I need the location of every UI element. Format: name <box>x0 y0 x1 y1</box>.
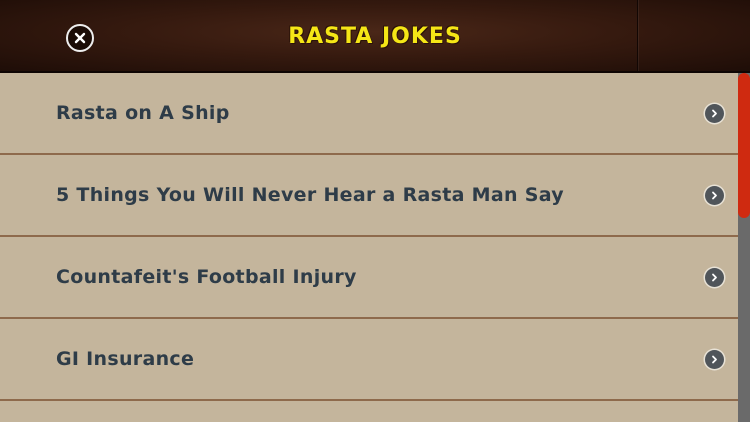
chevron-right-icon <box>705 350 724 369</box>
app-window: RASTA JOKES Rasta on A Ship 5 Things You… <box>0 0 750 422</box>
list-item[interactable]: Rasta on A Ship <box>0 73 750 155</box>
chevron-right-icon <box>705 104 724 123</box>
list-item-partial[interactable] <box>0 401 750 422</box>
list-item[interactable]: GI Insurance <box>0 319 750 401</box>
joke-list: Rasta on A Ship 5 Things You Will Never … <box>0 73 750 422</box>
scrollbar-thumb[interactable] <box>738 73 750 218</box>
chevron-right-icon <box>705 186 724 205</box>
list-item-label: Rasta on A Ship <box>56 102 230 124</box>
list-item[interactable]: 5 Things You Will Never Hear a Rasta Man… <box>0 155 750 237</box>
chevron-right-icon <box>705 268 724 287</box>
list-item-label: 5 Things You Will Never Hear a Rasta Man… <box>56 184 564 206</box>
list-item[interactable]: Countafeit's Football Injury <box>0 237 750 319</box>
header-divider <box>637 0 638 71</box>
list-item-label: GI Insurance <box>56 348 195 370</box>
list-item-label: Countafeit's Football Injury <box>56 266 357 288</box>
header-bar: RASTA JOKES <box>0 0 750 73</box>
